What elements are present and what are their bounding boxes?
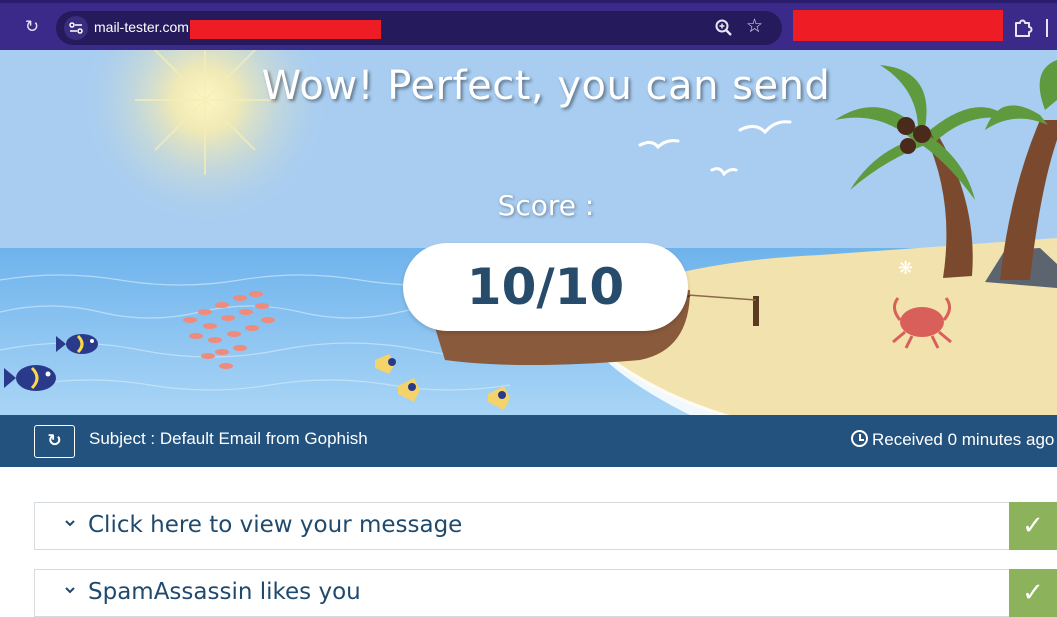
panel-title[interactable]: SpamAssassin likes you — [88, 579, 361, 605]
reload-icon[interactable]: ↻ — [20, 15, 44, 39]
toolbar-divider — [1046, 19, 1048, 37]
result-headline: Wow! Perfect, you can send — [261, 63, 831, 109]
received-time: Received 0 minutes ago — [851, 428, 1054, 450]
redacted-url-path — [190, 20, 381, 39]
score-hero: ❋ Wow! Perfect, you can send Score: 10/… — [0, 50, 1057, 415]
subject-bar: ↻ Subject : Default Email from Gophish R… — [0, 415, 1057, 467]
check-icon: ✓ — [1009, 569, 1057, 617]
score-value: 10/10 — [403, 243, 688, 331]
chevron-down-icon — [65, 520, 75, 527]
refresh-button[interactable]: ↻ — [34, 425, 75, 458]
panel-spamassassin[interactable]: SpamAssassin likes you ✓ — [34, 569, 1057, 617]
email-subject: Subject : Default Email from Gophish — [89, 429, 368, 448]
address-bar[interactable]: mail-tester.com ☆ — [56, 11, 782, 45]
chevron-down-icon — [65, 587, 75, 594]
clock-icon — [851, 430, 868, 447]
score-label: Score : — [497, 189, 595, 222]
refresh-icon: ↻ — [47, 431, 62, 451]
site-info-icon[interactable] — [64, 16, 88, 40]
browser-toolbar: ↻ mail-tester.com ☆ — [0, 0, 1057, 50]
redacted-profile-area — [793, 10, 1003, 41]
panel-title[interactable]: Click here to view your message — [88, 512, 462, 538]
check-icon: ✓ — [1009, 502, 1057, 550]
puzzle-icon[interactable] — [1012, 16, 1034, 38]
zoom-icon[interactable] — [714, 18, 734, 38]
url-text[interactable]: mail-tester.com — [94, 19, 189, 35]
received-text: Received 0 minutes ago — [872, 430, 1055, 449]
svg-text:❋: ❋ — [898, 258, 913, 279]
star-icon[interactable]: ☆ — [746, 15, 763, 37]
panel-view-message[interactable]: Click here to view your message ✓ — [34, 502, 1057, 550]
